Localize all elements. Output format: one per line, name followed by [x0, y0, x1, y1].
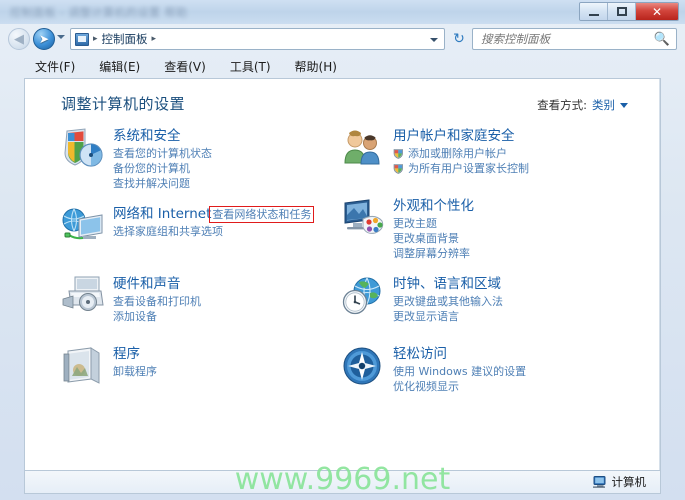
category-task-link[interactable]: 更改桌面背景	[393, 231, 635, 246]
hardware-sound-printer-icon[interactable]	[61, 275, 105, 317]
window-controls: ✕	[579, 2, 679, 21]
breadcrumb-control-panel[interactable]: 控制面板	[102, 31, 148, 47]
category-task-link[interactable]: 更改主题	[393, 216, 635, 231]
search-input[interactable]	[479, 31, 649, 47]
network-internet-icon[interactable]	[61, 205, 105, 247]
refresh-button[interactable]: ↻	[450, 30, 468, 48]
category-title-link[interactable]: 网络和 Internet	[113, 205, 211, 223]
category-item: 硬件和声音 查看设备和打印机 添加设备	[55, 273, 335, 331]
programs-box-icon[interactable]	[61, 345, 105, 387]
status-computer: 计算机	[592, 474, 647, 490]
category-task-link[interactable]: 使用 Windows 建议的设置	[393, 364, 635, 379]
computer-icon	[592, 476, 607, 488]
search-box[interactable]: 🔍	[472, 28, 677, 50]
category-title-link[interactable]: 外观和个性化	[393, 197, 474, 215]
forward-arrow-icon: ➤	[38, 32, 50, 46]
category-title-link[interactable]: 系统和安全	[113, 127, 181, 145]
category-task-link[interactable]: 卸载程序	[113, 364, 335, 379]
control-panel-window: 控制面板 - 调整计算机的设置 帮助 ✕ ◀ ➤ ▸ 控制面板 ▸ ↻ 搜索控制…	[0, 0, 685, 500]
menu-bar: 文件(F) 编辑(E) 查看(V) 工具(T) 帮助(H)	[0, 55, 685, 77]
address-chevron-down-icon[interactable]	[430, 38, 438, 42]
page-title: 调整计算机的设置	[61, 95, 186, 113]
close-button[interactable]: ✕	[636, 3, 678, 20]
minimize-button[interactable]	[580, 3, 608, 20]
back-arrow-icon: ◀	[14, 31, 24, 47]
window-title: 控制面板 - 调整计算机的设置 帮助	[10, 6, 188, 19]
category-task-link[interactable]: 选择家庭组和共享选项	[113, 224, 335, 239]
view-by-label: 查看方式:	[537, 98, 587, 112]
category-item: 程序 卸载程序	[55, 343, 335, 401]
category-item: 网络和 Internet查看网络状态和任务 选择家庭组和共享选项	[55, 203, 335, 261]
category-item: 系统和安全 查看您的计算机状态 备份您的计算机 查找并解决问题	[55, 125, 335, 191]
appearance-personalization-icon[interactable]	[341, 197, 385, 239]
category-task-label: 为所有用户设置家长控制	[408, 162, 529, 175]
category-task-link[interactable]: 查看您的计算机状态	[113, 146, 335, 161]
view-by-selector[interactable]: 查看方式: 类别	[537, 97, 628, 113]
category-task-link[interactable]: 添加设备	[113, 309, 335, 324]
ease-of-access-icon[interactable]	[341, 345, 385, 387]
chevron-down-icon[interactable]	[620, 102, 628, 108]
maximize-button[interactable]	[608, 3, 636, 20]
forward-button[interactable]: ➤	[33, 28, 55, 50]
shield-icon	[393, 163, 404, 174]
menu-item-edit[interactable]: 编辑(E)	[96, 57, 143, 76]
category-task-link[interactable]: 优化视频显示	[393, 379, 635, 394]
category-task-label: 添加或删除用户帐户	[408, 147, 507, 160]
control-panel-icon	[75, 32, 89, 46]
category-task-link[interactable]: 备份您的计算机	[113, 161, 335, 176]
category-title-link[interactable]: 硬件和声音	[113, 275, 181, 293]
status-computer-label: 计算机	[611, 475, 647, 489]
refresh-icon: ↻	[453, 31, 465, 47]
menu-item-file[interactable]: 文件(F)	[32, 57, 78, 76]
category-column-right: 用户帐户和家庭安全 添加或删除用户帐户 为所有用户设置家长控制 外观和个性化 更改…	[335, 125, 635, 413]
content-pane: 调整计算机的设置 查看方式: 类别 系统和安全 查看您的计算机状态 备份您的计算机查…	[24, 78, 661, 470]
category-title-link[interactable]: 轻松访问	[393, 345, 447, 363]
category-item: 轻松访问 使用 Windows 建议的设置 优化视频显示	[335, 343, 635, 401]
user-accounts-family-icon[interactable]	[341, 127, 385, 169]
clock-language-region-icon[interactable]	[341, 275, 385, 317]
navigation-bar: ◀ ➤ ▸ 控制面板 ▸ ↻ 🔍	[0, 24, 685, 55]
category-task-link[interactable]: 添加或删除用户帐户	[393, 146, 635, 161]
menu-item-view[interactable]: 查看(V)	[161, 57, 209, 76]
close-icon: ✕	[651, 4, 663, 19]
address-bar[interactable]: ▸ 控制面板 ▸	[70, 28, 445, 50]
search-icon[interactable]: 🔍	[654, 32, 670, 47]
category-title-link[interactable]: 时钟、语言和区域	[393, 275, 501, 293]
system-security-shield-icon[interactable]	[61, 127, 105, 169]
breadcrumb-separator-2[interactable]: ▸	[152, 34, 157, 44]
category-title-link[interactable]: 用户帐户和家庭安全	[393, 127, 515, 145]
category-item: 用户帐户和家庭安全 添加或删除用户帐户 为所有用户设置家长控制	[335, 125, 635, 183]
category-task-link[interactable]: 查看设备和打印机	[113, 294, 335, 309]
title-bar[interactable]: 控制面板 - 调整计算机的设置 帮助 ✕	[0, 0, 685, 24]
minimize-icon	[588, 13, 599, 16]
content-edge	[659, 79, 660, 470]
shield-icon	[393, 148, 404, 159]
breadcrumb-separator-1: ▸	[93, 34, 98, 44]
category-task-link[interactable]: 调整屏幕分辨率	[393, 246, 635, 261]
back-button[interactable]: ◀	[8, 28, 30, 50]
category-task-link[interactable]: 更改显示语言	[393, 309, 635, 324]
category-task-link-highlighted[interactable]: 查看网络状态和任务	[209, 206, 315, 223]
category-task-link[interactable]: 查找并解决问题	[113, 176, 335, 191]
menu-item-help[interactable]: 帮助(H)	[292, 57, 340, 76]
category-item: 外观和个性化 更改主题 更改桌面背景 调整屏幕分辨率	[335, 195, 635, 261]
category-task-link[interactable]: 更改键盘或其他输入法	[393, 294, 635, 309]
status-bar: 计算机	[24, 470, 661, 494]
view-by-value[interactable]: 类别	[592, 97, 615, 113]
menu-item-tools[interactable]: 工具(T)	[227, 57, 274, 76]
category-title-link[interactable]: 程序	[113, 345, 140, 363]
category-column-left: 系统和安全 查看您的计算机状态 备份您的计算机 查找并解决问题 网络和 Interne…	[55, 125, 335, 413]
maximize-icon	[616, 7, 627, 16]
recent-pages-chevron-down-icon[interactable]	[57, 35, 65, 39]
category-item: 时钟、语言和区域 更改键盘或其他输入法 更改显示语言	[335, 273, 635, 331]
category-task-link[interactable]: 为所有用户设置家长控制	[393, 161, 635, 176]
